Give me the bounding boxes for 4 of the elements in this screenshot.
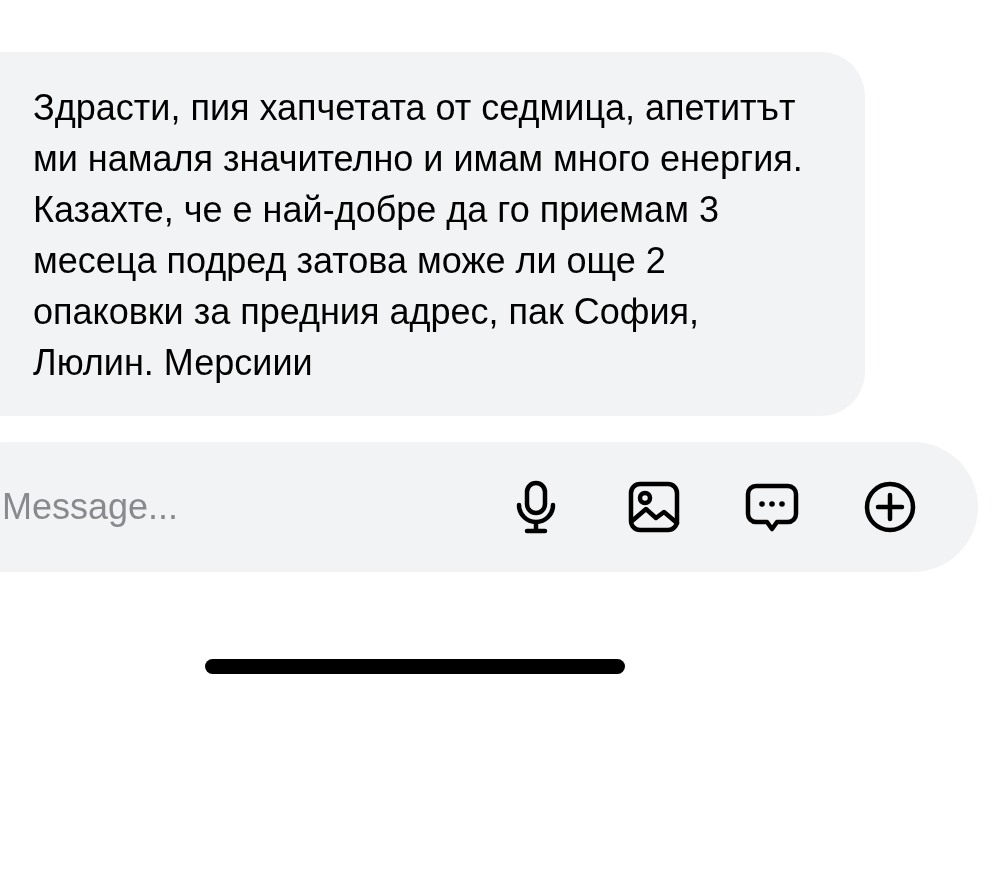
image-icon[interactable]	[626, 479, 682, 535]
add-icon[interactable]	[862, 479, 918, 535]
message-text: Здрасти, пия хапчетата от седмица, апетитът ми намаля значително и имам много енергия. Казахте, че е най-добре да го приемам 3 месеца подред затова може ли още 2 опаковки за предния адрес, пак София, Люлин. Мерсиии	[33, 86, 803, 385]
message-input[interactable]: Message...	[2, 486, 508, 528]
